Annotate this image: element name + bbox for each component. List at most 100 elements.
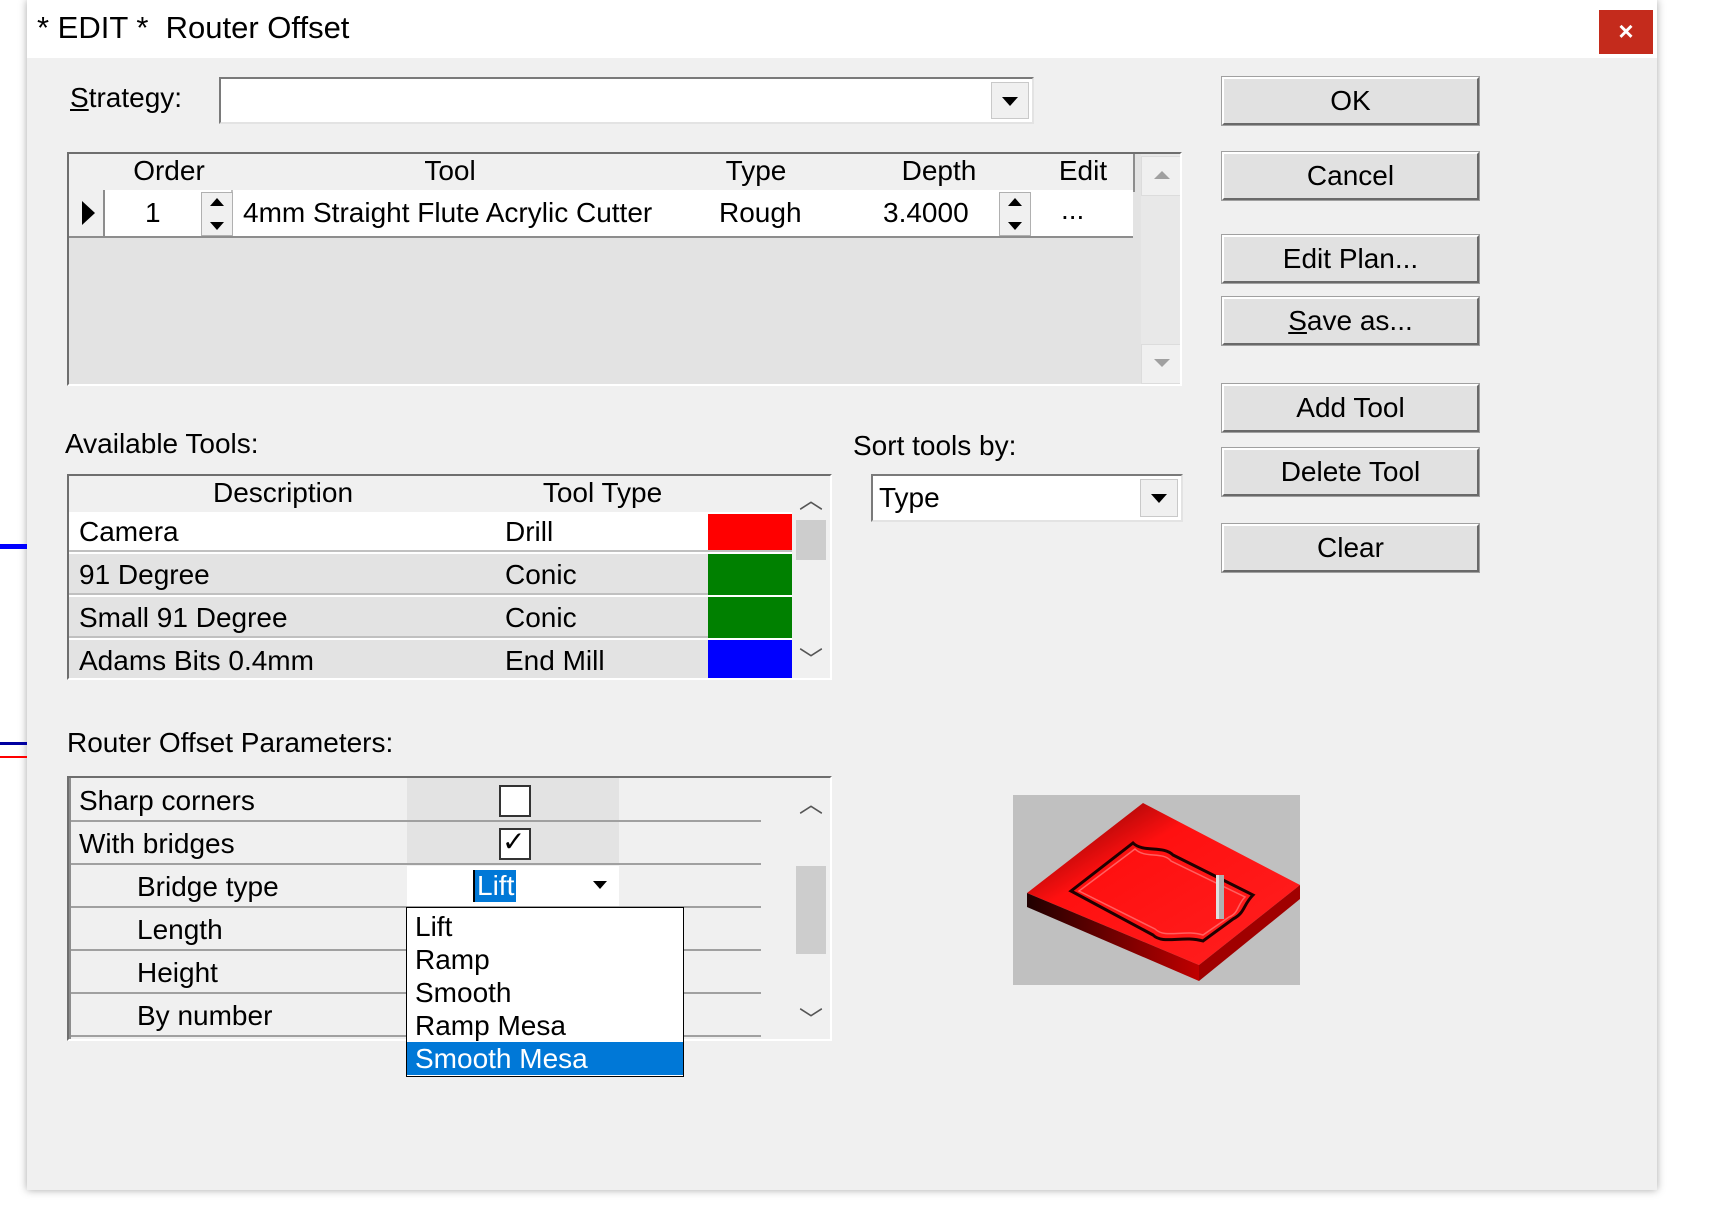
save-as-button[interactable]: Save as... (1221, 296, 1480, 346)
bridge-type-value[interactable]: Lift (473, 870, 517, 902)
tool-color-swatch (708, 554, 792, 595)
scroll-down-button[interactable] (1141, 344, 1180, 384)
depth-cell[interactable]: 3.4000 (845, 190, 1033, 236)
order-value: 1 (145, 197, 161, 228)
sharp-corners-checkbox[interactable] (499, 785, 531, 817)
tool-description: 91 Degree (79, 559, 210, 590)
type-value: Rough (719, 197, 802, 228)
scroll-thumb[interactable] (796, 520, 826, 560)
delete-tool-button[interactable]: Delete Tool (1221, 447, 1480, 497)
clear-button[interactable]: Clear (1221, 523, 1480, 573)
tools-header-tool-type[interactable]: Tool Type (497, 476, 710, 514)
sort-combo[interactable]: Type (871, 474, 1183, 522)
sort-dropdown-button[interactable] (1140, 479, 1178, 517)
strategy-dropdown-button[interactable] (991, 82, 1029, 119)
param-row-bridge-type[interactable]: Bridge type Lift (69, 865, 761, 908)
edit-ellipsis-button[interactable]: ... (1061, 194, 1084, 226)
background-line (0, 756, 27, 758)
chevron-down-icon (1154, 359, 1170, 367)
plan-grid-scrollbar[interactable] (1141, 154, 1180, 384)
tool-type: Conic (505, 559, 577, 590)
cancel-button[interactable]: Cancel (1221, 151, 1480, 201)
tools-header-color[interactable] (708, 476, 794, 514)
background-line (0, 742, 27, 745)
params-scrollbar[interactable]: ︿ ﹀ (792, 778, 830, 1039)
tool-row[interactable]: Small 91 Degree Conic (69, 597, 792, 638)
ok-button[interactable]: OK (1221, 76, 1480, 126)
toolpath-preview (1013, 795, 1300, 985)
dropdown-option-smooth[interactable]: Smooth (407, 976, 683, 1009)
tool-value: 4mm Straight Flute Acrylic Cutter (243, 197, 653, 228)
params-left-line (69, 778, 71, 1039)
tools-scrollbar[interactable]: ︿ ﹀ (792, 476, 830, 678)
chevron-down-icon[interactable]: ﹀ (792, 1000, 830, 1035)
available-tools-label: Available Tools: (65, 428, 259, 459)
param-value-cell[interactable] (407, 778, 619, 820)
checkmark-icon: ✓ (502, 825, 526, 858)
plan-header-order[interactable]: Order (105, 154, 235, 192)
dropdown-option-ramp-mesa[interactable]: Ramp Mesa (407, 1009, 683, 1042)
background-line (0, 544, 27, 549)
plan-header-tool[interactable]: Tool (233, 154, 669, 192)
sort-value: Type (879, 482, 940, 513)
tools-header-description[interactable]: Description (69, 476, 499, 514)
tool-description: Small 91 Degree (79, 602, 288, 633)
dropdown-option-ramp[interactable]: Ramp (407, 943, 683, 976)
bridge-type-dropdown-list[interactable]: Lift Ramp Smooth Ramp Mesa Smooth Mesa (406, 907, 684, 1077)
dropdown-option-smooth-mesa[interactable]: Smooth Mesa (407, 1042, 683, 1075)
param-name: Height (137, 957, 218, 988)
bridge-type-combo[interactable]: Lift (407, 866, 619, 906)
spin-up-icon (210, 198, 224, 206)
current-row-arrow-icon (82, 201, 95, 225)
title-bar: * EDIT * Router Offset × (27, 0, 1657, 58)
edit-plan-button[interactable]: Edit Plan... (1221, 234, 1480, 284)
plan-header-depth[interactable]: Depth (845, 154, 1035, 192)
tool-color-swatch (708, 514, 792, 550)
param-value-cell[interactable]: ✓ (407, 822, 619, 863)
add-tool-button[interactable]: Add Tool (1221, 383, 1480, 433)
spin-down-icon (1008, 222, 1022, 230)
row-selector[interactable] (69, 190, 105, 236)
chevron-up-icon[interactable]: ︿ (792, 480, 830, 515)
chevron-up-icon (1154, 171, 1170, 179)
plan-header-edit[interactable]: Edit (1033, 154, 1135, 192)
order-cell[interactable]: 1 (105, 190, 233, 236)
preview-3d-icon (1027, 803, 1300, 981)
strategy-combo[interactable] (219, 77, 1034, 124)
window-title: * EDIT * Router Offset (37, 10, 350, 45)
order-spinner[interactable] (201, 192, 233, 236)
dropdown-option-lift[interactable]: Lift (407, 910, 683, 943)
param-name: Bridge type (137, 871, 279, 902)
tool-row[interactable]: Camera Drill (69, 512, 792, 552)
chevron-down-icon (1151, 494, 1167, 503)
chevron-up-icon[interactable]: ︿ (792, 784, 830, 819)
plan-row[interactable]: 1 4mm Straight Flute Acrylic Cutter Roug… (69, 190, 1133, 238)
plan-grid-corner (69, 154, 107, 192)
scroll-thumb[interactable] (796, 866, 826, 954)
close-icon: × (1618, 16, 1634, 46)
sort-tools-label: Sort tools by: (853, 430, 1017, 461)
tool-description: Adams Bits 0.4mm (79, 645, 314, 676)
strategy-label: Strategy: (70, 82, 183, 113)
param-row-with-bridges[interactable]: With bridges ✓ (69, 822, 761, 865)
chevron-down-icon[interactable] (593, 881, 607, 889)
available-tools-grid: Description Tool Type Camera Drill 91 De… (67, 474, 832, 680)
tool-row[interactable]: 91 Degree Conic (69, 554, 792, 595)
tool-type: Conic (505, 602, 577, 633)
plan-grid: Order Tool Type Depth Edit 1 4mm Straigh… (67, 152, 1182, 386)
param-name: By number (137, 1000, 273, 1031)
depth-spinner[interactable] (999, 192, 1031, 236)
scroll-up-button[interactable] (1141, 156, 1180, 196)
tool-type: Drill (505, 516, 554, 547)
tool-color-swatch (708, 597, 792, 638)
tool-row[interactable]: Adams Bits 0.4mm End Mill (69, 640, 792, 678)
param-name: Sharp corners (79, 785, 255, 816)
tool-type: End Mill (505, 645, 605, 676)
with-bridges-checkbox[interactable]: ✓ (499, 825, 531, 860)
param-name: With bridges (79, 828, 235, 859)
param-row-sharp-corners[interactable]: Sharp corners (69, 778, 761, 822)
close-button[interactable]: × (1599, 10, 1653, 54)
tool-color-swatch (708, 640, 792, 678)
chevron-down-icon[interactable]: ﹀ (792, 640, 830, 675)
plan-header-type[interactable]: Type (667, 154, 847, 192)
